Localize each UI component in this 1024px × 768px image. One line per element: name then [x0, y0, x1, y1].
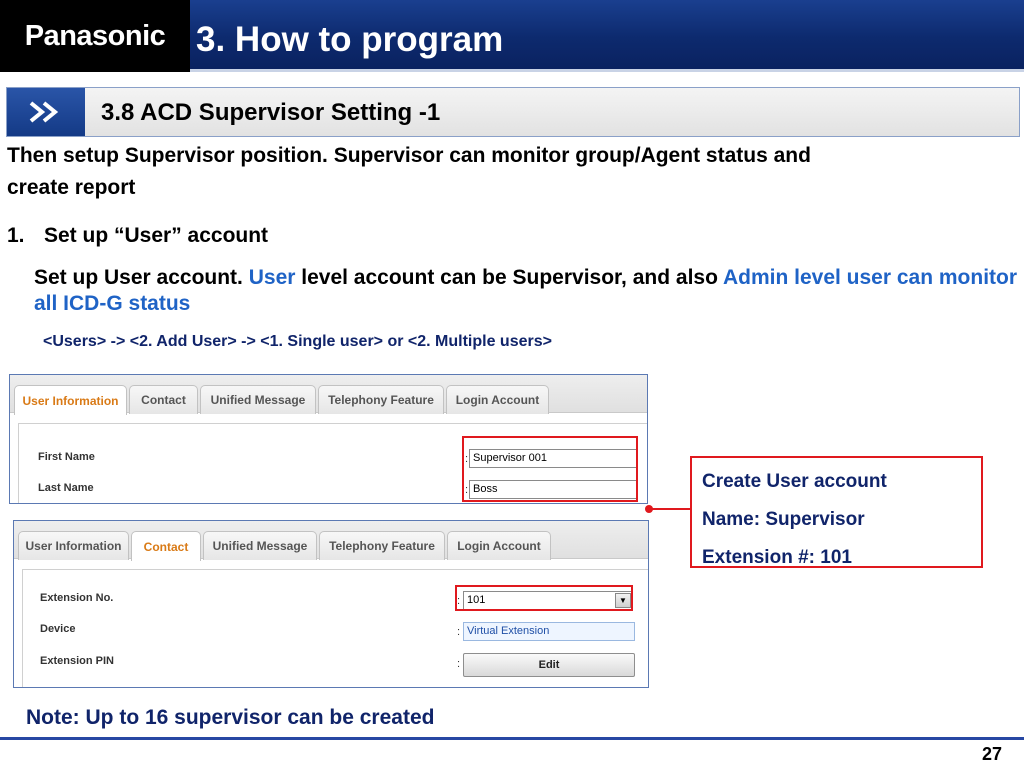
- tab-unified-message[interactable]: Unified Message: [203, 531, 317, 560]
- section-title-box: 3.8 ACD Supervisor Setting -1: [85, 88, 1019, 136]
- section-title: 3.8 ACD Supervisor Setting -1: [101, 99, 441, 126]
- logo-text: Panasonic: [24, 19, 166, 52]
- last-name-label: Last Name: [38, 482, 94, 494]
- callout-line-3: Extension #: 101: [702, 547, 852, 568]
- panasonic-logo: Panasonic: [0, 0, 190, 72]
- callout-line-1: Create User account: [702, 471, 887, 492]
- desc-part-1: Set up User account.: [34, 266, 249, 289]
- tab-bar: User Information Contact Unified Message…: [14, 521, 648, 561]
- desc-part-2: level account can be Supervisor, and als…: [295, 266, 723, 289]
- tab-login-account[interactable]: Login Account: [446, 385, 549, 414]
- contact-screenshot: User Information Contact Unified Message…: [13, 520, 649, 688]
- step-number: 1.: [7, 224, 25, 247]
- note-text: Note: Up to 16 supervisor can be created: [26, 706, 435, 729]
- tab-telephony-feature[interactable]: Telephony Feature: [318, 385, 444, 414]
- highlight-box-name: [462, 436, 638, 502]
- colon: :: [457, 658, 461, 670]
- section-bar: 3.8 ACD Supervisor Setting -1: [6, 87, 1020, 137]
- tab-user-information[interactable]: User Information: [14, 385, 127, 415]
- tab-login-account[interactable]: Login Account: [447, 531, 551, 560]
- highlight-box-extension: [455, 585, 633, 611]
- callout-line-2: Name: Supervisor: [702, 509, 865, 530]
- intro-line-1: Then setup Supervisor position. Supervis…: [7, 144, 811, 167]
- step-1: 1. Set up “User” account: [7, 224, 268, 248]
- slide-title: 3. How to program: [196, 20, 504, 59]
- intro-line-2: create report: [7, 176, 136, 199]
- step-text: Set up “User” account: [44, 224, 269, 247]
- colon: :: [457, 626, 461, 638]
- device-value: Virtual Extension: [463, 622, 635, 641]
- first-name-label: First Name: [38, 451, 95, 463]
- tab-bar: User Information Contact Unified Message…: [10, 375, 647, 415]
- tab-contact[interactable]: Contact: [129, 385, 198, 414]
- step-description: Set up User account. User level account …: [34, 265, 1024, 317]
- tab-unified-message[interactable]: Unified Message: [200, 385, 316, 414]
- page-number: 27: [981, 744, 1002, 764]
- tab-telephony-feature[interactable]: Telephony Feature: [319, 531, 445, 560]
- connector-line: [649, 508, 691, 510]
- device-label: Device: [40, 623, 76, 635]
- extension-no-label: Extension No.: [40, 592, 114, 604]
- tab-user-information[interactable]: User Information: [18, 531, 129, 560]
- user-information-screenshot: User Information Contact Unified Message…: [9, 374, 648, 504]
- intro-text: Then setup Supervisor position. Supervis…: [7, 140, 1007, 204]
- edit-pin-button[interactable]: Edit: [463, 653, 635, 677]
- slide-header: Panasonic 3. How to program: [0, 0, 1024, 72]
- tab-contact[interactable]: Contact: [131, 531, 201, 561]
- navigation-path: <Users> -> <2. Add User> -> <1. Single u…: [43, 333, 552, 350]
- extension-pin-label: Extension PIN: [40, 655, 114, 667]
- double-chevron-right-icon: [7, 88, 85, 136]
- callout-box: Create User account Name: Supervisor Ext…: [690, 456, 983, 568]
- desc-highlight-user: User: [248, 266, 296, 289]
- footer-divider: [0, 737, 1024, 740]
